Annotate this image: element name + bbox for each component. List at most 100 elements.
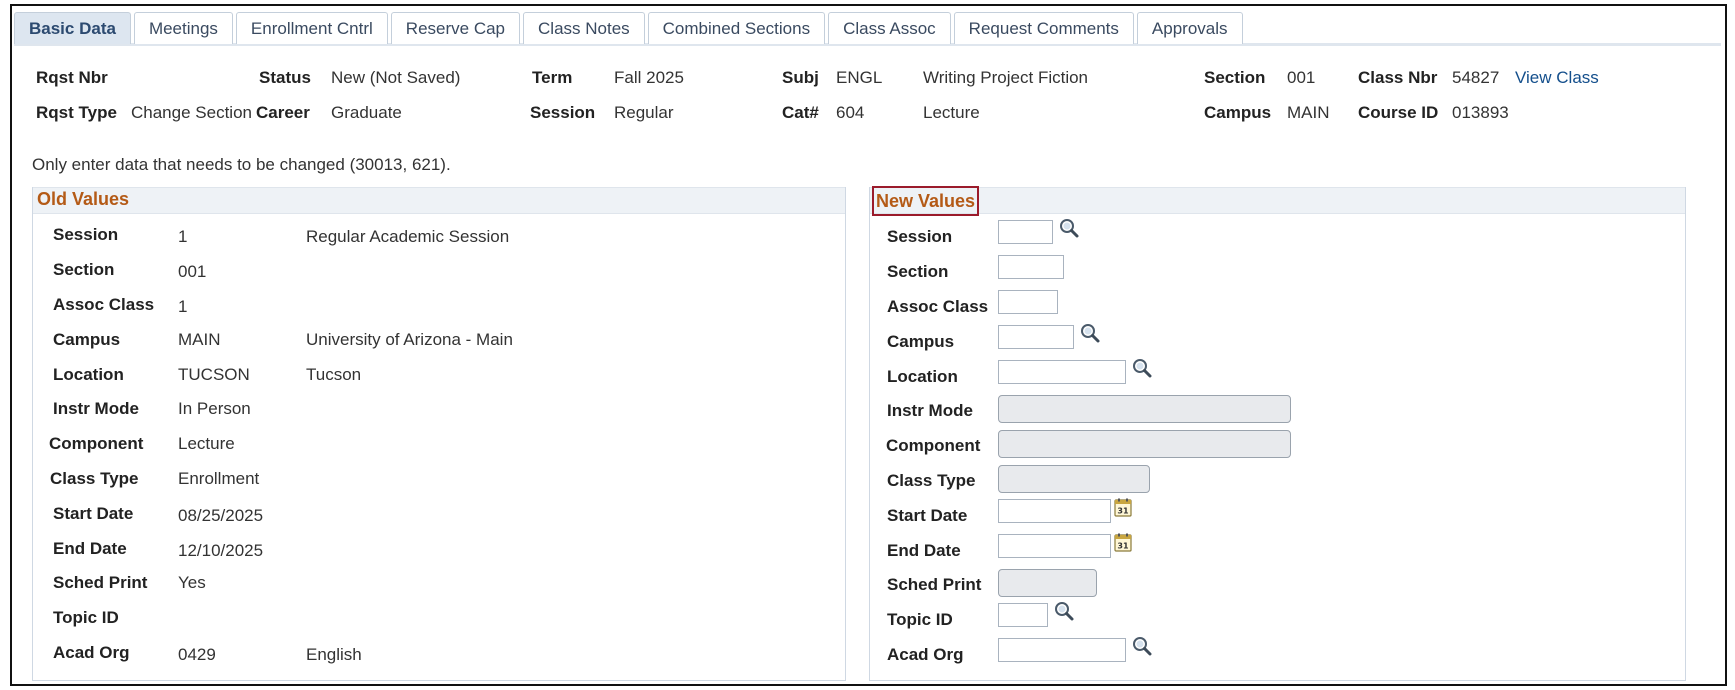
calendar-icon[interactable]: 31 — [1114, 498, 1132, 517]
new-row-topic-id: Topic ID — [870, 602, 1685, 630]
old-component-label: Component — [49, 434, 144, 453]
new-acad-org-label: Acad Org — [887, 645, 964, 664]
new-component-label: Component — [886, 436, 981, 455]
new-assoc-class-input[interactable] — [998, 290, 1058, 314]
old-location-description: Tucson — [306, 365, 362, 384]
new-class-type-label: Class Type — [887, 471, 976, 490]
tab-request-comments[interactable]: Request Comments — [953, 12, 1134, 44]
new-instr-mode-select[interactable] — [998, 395, 1291, 423]
tab-list: Basic Data Meetings Enrollment Cntrl Reserv… — [14, 12, 1243, 44]
old-row-topic-id: Topic ID — [33, 606, 845, 630]
tab-class-assoc[interactable]: Class Assoc — [828, 12, 951, 44]
old-values-panel: Old Values Session 1 Regular Academic Sess… — [32, 187, 846, 681]
cat-value: 604 — [836, 103, 865, 122]
old-component-value: Lecture — [178, 434, 235, 453]
new-topic-id-input[interactable] — [998, 603, 1048, 627]
old-location-value: TUCSON — [178, 365, 250, 384]
new-row-assoc-class: Assoc Class — [870, 290, 1685, 317]
magnifier-lookup-icon[interactable] — [1053, 600, 1075, 622]
tab-meetings[interactable]: Meetings — [133, 12, 233, 44]
tab-class-notes[interactable]: Class Notes — [523, 12, 645, 44]
new-location-label: Location — [887, 367, 958, 386]
new-component-select[interactable] — [998, 430, 1291, 458]
old-row-acad-org: Acad Org 0429 English — [33, 641, 845, 665]
old-end-date-label: End Date — [53, 539, 127, 558]
old-session-label: Session — [53, 225, 119, 244]
new-assoc-class-label: Assoc Class — [887, 297, 989, 316]
view-class-link[interactable]: View Class — [1515, 68, 1599, 88]
new-values-panel: New Values Session Section Assoc Class Camp… — [869, 186, 1686, 681]
old-values-header: Old Values — [33, 187, 845, 214]
new-sched-print-select[interactable] — [998, 569, 1097, 597]
career-label: Career — [256, 103, 310, 122]
rqst-nbr-label: Rqst Nbr — [36, 68, 108, 87]
svg-text:31: 31 — [1117, 507, 1129, 516]
new-section-label: Section — [887, 262, 949, 281]
new-row-component: Component — [870, 430, 1685, 458]
class-nbr-label: Class Nbr — [1358, 68, 1438, 87]
old-session-description: Regular Academic Session — [306, 227, 510, 246]
old-assoc-class-value: 1 — [178, 297, 188, 316]
svg-text:31: 31 — [1117, 542, 1129, 551]
old-end-date-value: 12/10/2025 — [178, 541, 264, 560]
new-values-title: New Values — [872, 186, 980, 216]
magnifier-lookup-icon[interactable] — [1079, 322, 1101, 344]
old-row-instr-mode: Instr Mode In Person — [33, 397, 845, 421]
course-id-value: 013893 — [1452, 103, 1509, 122]
magnifier-lookup-icon[interactable] — [1131, 635, 1153, 657]
new-row-acad-org: Acad Org — [870, 637, 1685, 665]
old-acad-org-description: English — [306, 645, 362, 664]
class-nbr-value: 54827 — [1452, 68, 1500, 87]
status-label: Status — [259, 68, 311, 87]
new-campus-label: Campus — [887, 332, 955, 351]
new-end-date-label: End Date — [887, 541, 961, 560]
old-sched-print-value: Yes — [178, 573, 206, 592]
term-value: Fall 2025 — [614, 68, 684, 87]
new-class-type-select[interactable] — [998, 465, 1150, 493]
subj-label: Subj — [782, 68, 819, 87]
old-acad-org-value: 0429 — [178, 645, 216, 664]
calendar-icon[interactable]: 31 — [1114, 533, 1132, 552]
old-row-section: Section 001 — [33, 258, 845, 282]
instruction-note: Only enter data that needs to be changed… — [32, 155, 451, 174]
old-row-end-date: End Date 12/10/2025 — [33, 537, 845, 561]
tab-basic-data[interactable]: Basic Data — [14, 12, 131, 44]
old-row-campus: Campus MAIN University of Arizona - Main — [33, 328, 845, 352]
new-acad-org-input[interactable] — [998, 638, 1126, 662]
old-location-label: Location — [53, 365, 124, 384]
new-row-end-date: End Date 31 — [870, 533, 1685, 561]
component-value: Lecture — [923, 103, 980, 122]
new-session-label: Session — [887, 227, 953, 246]
new-instr-mode-label: Instr Mode — [887, 401, 973, 420]
cat-label: Cat# — [782, 103, 819, 122]
old-acad-org-label: Acad Org — [53, 643, 130, 662]
tab-enrollment-cntrl[interactable]: Enrollment Cntrl — [235, 12, 388, 44]
old-assoc-class-label: Assoc Class — [53, 295, 155, 314]
old-instr-mode-label: Instr Mode — [53, 399, 139, 418]
new-start-date-input[interactable] — [998, 499, 1111, 523]
new-section-input[interactable] — [998, 255, 1064, 279]
campus-label: Campus — [1204, 103, 1272, 122]
tab-combined-sections[interactable]: Combined Sections — [647, 12, 826, 44]
new-row-start-date: Start Date 31 — [870, 498, 1685, 526]
new-row-sched-print: Sched Print — [870, 569, 1685, 597]
tab-reserve-cap[interactable]: Reserve Cap — [390, 12, 521, 44]
new-campus-input[interactable] — [998, 325, 1074, 349]
old-section-label: Section — [53, 260, 115, 279]
magnifier-lookup-icon[interactable] — [1058, 217, 1080, 239]
old-campus-description: University of Arizona - Main — [306, 330, 513, 349]
new-location-input[interactable] — [998, 360, 1126, 384]
new-end-date-input[interactable] — [998, 534, 1111, 558]
new-row-section: Section — [870, 255, 1685, 282]
new-sched-print-label: Sched Print — [887, 575, 982, 594]
new-session-input[interactable] — [998, 220, 1053, 244]
old-row-component: Component Lecture — [33, 432, 845, 456]
tab-bar: Basic Data Meetings Enrollment Cntrl Reserv… — [14, 12, 1721, 46]
magnifier-lookup-icon[interactable] — [1131, 357, 1153, 379]
old-row-session: Session 1 Regular Academic Session — [33, 223, 845, 247]
new-start-date-label: Start Date — [887, 506, 968, 525]
tab-approvals[interactable]: Approvals — [1136, 12, 1243, 44]
old-campus-label: Campus — [53, 330, 121, 349]
term-label: Term — [532, 68, 573, 87]
new-row-session: Session — [870, 219, 1685, 247]
